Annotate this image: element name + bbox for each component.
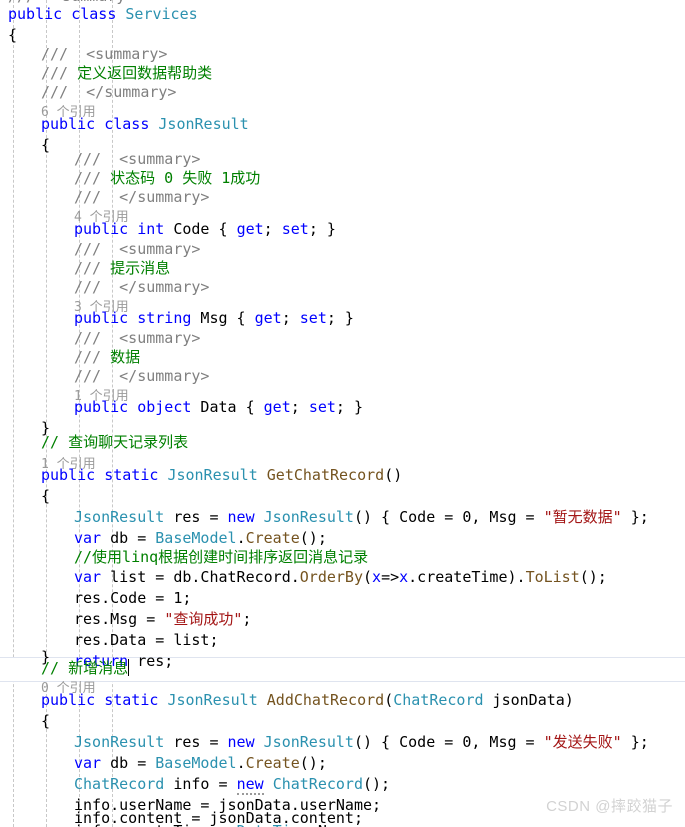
code-token: info.createTime = <box>74 822 237 827</box>
code-token: .Now; <box>309 822 354 827</box>
code-editor[interactable]: /// <summary>public class Services{/// <… <box>0 0 685 827</box>
csdn-watermark: CSDN @摔跤猫子 <box>546 798 673 815</box>
code-token: DateTime <box>237 822 309 827</box>
